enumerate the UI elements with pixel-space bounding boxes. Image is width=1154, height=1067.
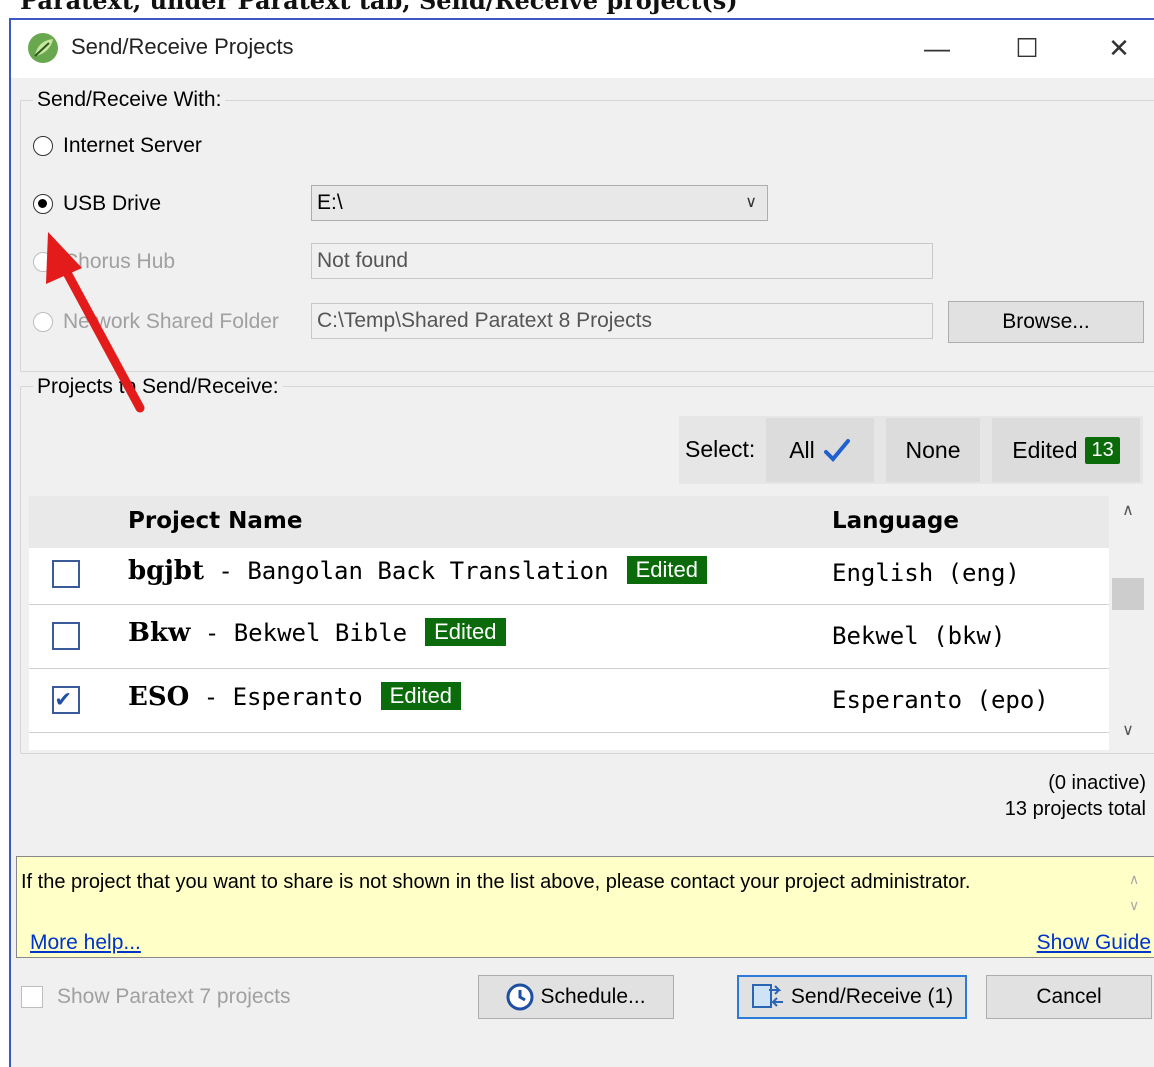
row-checkbox[interactable] <box>52 622 80 650</box>
select-label: Select: <box>685 436 756 462</box>
project-separator: - <box>189 683 233 711</box>
chorus-hub-field: Not found <box>311 243 933 279</box>
scroll-thumb[interactable] <box>1112 578 1144 610</box>
column-language[interactable]: Language <box>832 508 959 534</box>
inactive-count: (0 inactive) <box>1048 772 1146 794</box>
schedule-label: Schedule... <box>540 985 646 1008</box>
radio-internet-server[interactable]: Internet Server <box>33 134 202 158</box>
checkmark-icon <box>823 439 850 462</box>
window-title: Send/Receive Projects <box>71 34 294 59</box>
scroll-down-icon[interactable]: ∨ <box>1109 720 1147 740</box>
select-none-button[interactable]: None <box>886 418 980 482</box>
cancel-button[interactable]: Cancel <box>986 975 1152 1019</box>
schedule-button[interactable]: Schedule... <box>478 975 674 1019</box>
column-project-name[interactable]: Project Name <box>128 508 302 534</box>
clock-icon <box>506 983 534 1011</box>
chevron-down-icon: ∨ <box>745 194 757 211</box>
project-table: Project Name Language bgjbt - Bangolan B… <box>29 496 1147 750</box>
help-box: If the project that you want to share is… <box>16 856 1154 958</box>
radio-button[interactable] <box>33 194 53 214</box>
help-scroll-up-icon[interactable]: ∧ <box>1129 871 1139 888</box>
project-code: ESO <box>128 682 190 712</box>
browse-button[interactable]: Browse... <box>948 301 1144 343</box>
usb-drive-select[interactable]: E:\ ∨ <box>311 185 768 221</box>
project-name: Bekwel Bible <box>233 619 408 647</box>
maximize-button[interactable]: ☐ <box>1007 30 1047 66</box>
scroll-up-icon[interactable]: ∧ <box>1109 500 1147 520</box>
help-scroll-down-icon[interactable]: ∨ <box>1129 897 1139 914</box>
minimize-button[interactable]: — <box>917 30 957 66</box>
paratext-leaf-icon <box>28 33 58 63</box>
radio-button[interactable] <box>33 136 53 156</box>
project-name: Esperanto <box>232 683 363 711</box>
row-checkbox[interactable] <box>52 560 80 588</box>
edited-count-badge: 13 <box>1085 436 1120 464</box>
shared-folder-path-field: C:\Temp\Shared Paratext 8 Projects <box>311 303 933 339</box>
help-message: If the project that you want to share is… <box>21 871 971 893</box>
project-language: Bekwel (bkw) <box>832 622 1006 650</box>
usb-drive-value: E:\ <box>317 191 343 214</box>
send-receive-dialog: Send/Receive Projects — ☐ ✕ Send/Receive… <box>9 18 1154 1067</box>
row-checkbox[interactable] <box>52 684 80 714</box>
project-title: Bkw - Bekwel Bible Edited <box>128 618 506 648</box>
show-pt7-label: Show Paratext 7 projects <box>57 985 291 1008</box>
project-title: bgjbt - Bangolan Back Translation Edited <box>128 556 707 586</box>
title-bar: Send/Receive Projects — ☐ ✕ <box>11 20 1154 78</box>
project-code: bgjbt <box>128 556 204 586</box>
projects-total: 13 projects total <box>1004 798 1146 820</box>
project-code: Bkw <box>128 618 191 648</box>
table-row[interactable]: Bkw - Bekwel Bible Edited Bekwel (bkw) <box>29 606 1109 669</box>
page-caption: Paratext, under Paratext tab, Send/Recei… <box>20 0 738 15</box>
select-all-button[interactable]: All <box>766 418 874 482</box>
project-language: Esperanto (epo) <box>832 686 1049 714</box>
project-name: Bangolan Back Translation <box>247 557 609 585</box>
select-all-label: All <box>789 436 815 463</box>
close-button[interactable]: ✕ <box>1099 30 1139 66</box>
send-receive-with-label: Send/Receive With: <box>33 88 226 112</box>
send-receive-label: Send/Receive (1) <box>790 985 954 1008</box>
annotation-arrow <box>46 232 145 413</box>
project-separator: - <box>203 557 248 585</box>
edited-badge: Edited <box>626 556 707 584</box>
show-guide-link[interactable]: Show Guide <box>1037 931 1151 955</box>
table-scrollbar[interactable]: ∧ ∨ <box>1109 496 1147 750</box>
edited-badge: Edited <box>380 682 462 710</box>
project-separator: - <box>190 619 234 647</box>
select-edited-button[interactable]: Edited 13 <box>992 418 1140 482</box>
project-language: English (eng) <box>832 559 1020 587</box>
project-title: ESO - Esperanto Edited <box>128 682 462 712</box>
table-row[interactable]: bgjbt - Bangolan Back Translation Edited … <box>29 548 1109 605</box>
select-edited-label: Edited <box>1012 436 1078 463</box>
show-pt7-checkbox[interactable] <box>21 986 43 1008</box>
more-help-link[interactable]: More help... <box>30 931 141 955</box>
show-pt7-option[interactable]: Show Paratext 7 projects <box>21 985 290 1009</box>
radio-usb-drive[interactable]: USB Drive <box>33 192 161 216</box>
radio-label: USB Drive <box>63 192 162 215</box>
edited-badge: Edited <box>425 618 506 646</box>
sync-icon <box>751 984 783 1008</box>
table-header: Project Name Language <box>29 496 1109 548</box>
table-row[interactable]: ESO - Esperanto Edited Esperanto (epo) <box>29 670 1109 733</box>
send-receive-button[interactable]: Send/Receive (1) <box>737 975 967 1019</box>
radio-label: Internet Server <box>63 134 202 157</box>
